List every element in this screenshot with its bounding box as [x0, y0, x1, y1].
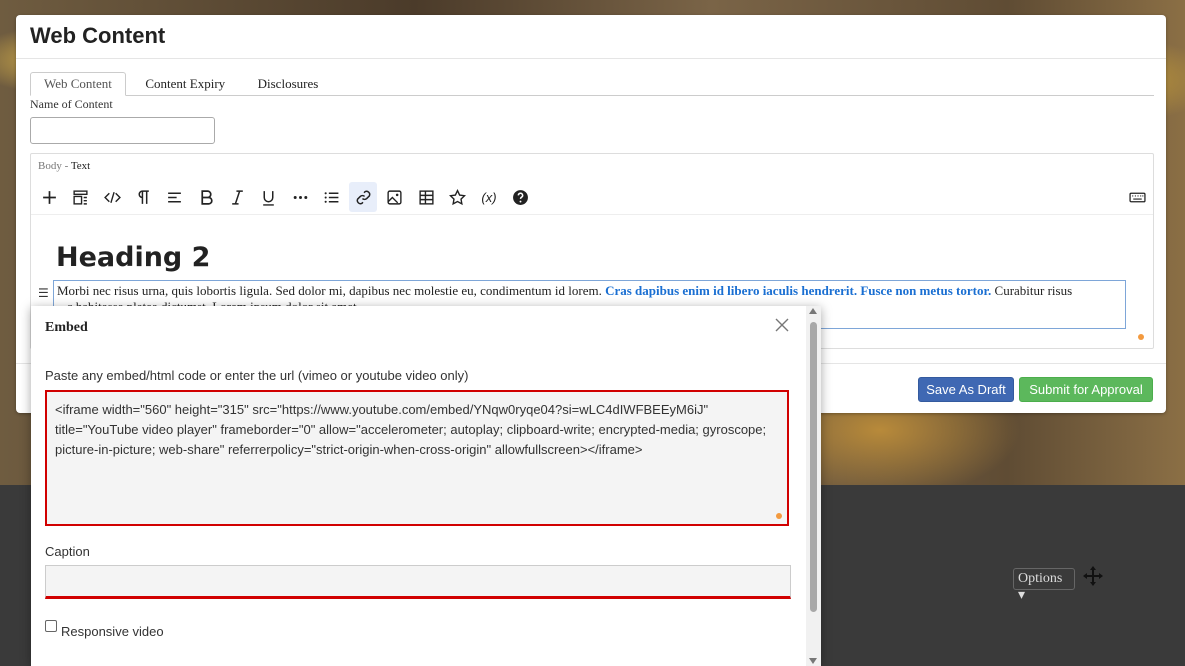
keyboard-icon[interactable] — [1123, 182, 1151, 212]
body-label: Body - Text — [38, 160, 91, 172]
responsive-video-label: Responsive video — [61, 624, 164, 639]
save-as-draft-button[interactable]: Save As Draft — [918, 377, 1014, 402]
tab-disclosures[interactable]: Disclosures — [245, 73, 332, 97]
tab-content-expiry[interactable]: Content Expiry — [132, 73, 238, 97]
link-icon[interactable] — [349, 182, 377, 212]
content-heading[interactable]: Heading 2 — [56, 242, 210, 273]
drag-handle-icon[interactable]: ☰ — [38, 286, 49, 300]
name-of-content-label: Name of Content — [30, 97, 113, 111]
move-icon[interactable] — [1082, 565, 1104, 587]
card-header: Web Content — [16, 15, 1166, 59]
tab-web-content[interactable]: Web Content — [30, 72, 126, 96]
layout-icon[interactable] — [66, 182, 94, 212]
embed-dialog: Embed Paste any embed/html code or enter… — [31, 306, 821, 666]
options-select[interactable]: Options ▾ — [1013, 568, 1075, 603]
code-icon[interactable] — [98, 182, 126, 212]
page-title: Web Content — [30, 23, 166, 48]
align-icon[interactable] — [160, 182, 188, 212]
help-icon[interactable] — [506, 182, 534, 212]
table-icon[interactable] — [412, 182, 440, 212]
submit-for-approval-button[interactable]: Submit for Approval — [1019, 377, 1153, 402]
caption-label: Caption — [45, 544, 90, 559]
scroll-up-icon[interactable] — [809, 308, 817, 314]
embed-hint-label: Paste any embed/html code or enter the u… — [45, 368, 469, 383]
italic-icon[interactable] — [223, 182, 251, 212]
caption-input[interactable] — [45, 565, 791, 599]
editor-mode-label: Text — [70, 160, 91, 172]
toolbar-divider — [31, 214, 1153, 215]
add-icon[interactable] — [35, 182, 63, 212]
embed-dialog-title: Embed — [45, 320, 88, 335]
name-of-content-input[interactable] — [30, 117, 215, 144]
bold-icon[interactable] — [192, 182, 220, 212]
dialog-scrollbar[interactable] — [806, 306, 821, 666]
list-icon[interactable] — [317, 182, 345, 212]
underline-icon[interactable] — [254, 182, 282, 212]
close-icon[interactable] — [773, 316, 791, 334]
paragraph-icon[interactable] — [129, 182, 157, 212]
embed-code-textarea[interactable]: <iframe width="560" height="315" src="ht… — [45, 390, 789, 526]
more-icon[interactable] — [286, 182, 314, 212]
star-icon[interactable] — [443, 182, 471, 212]
tab-bar: Web Content Content Expiry Disclosures — [30, 72, 1154, 96]
scroll-thumb[interactable] — [810, 322, 817, 612]
image-icon[interactable] — [380, 182, 408, 212]
resize-indicator — [1138, 334, 1144, 340]
textarea-resize-indicator — [776, 513, 782, 519]
responsive-video-checkbox[interactable] — [45, 620, 57, 632]
editor-toolbar: (x) — [35, 182, 1149, 212]
scroll-down-icon[interactable] — [809, 658, 817, 664]
variable-icon[interactable]: (x) — [475, 182, 503, 212]
options-select-label: Options — [1018, 571, 1063, 586]
